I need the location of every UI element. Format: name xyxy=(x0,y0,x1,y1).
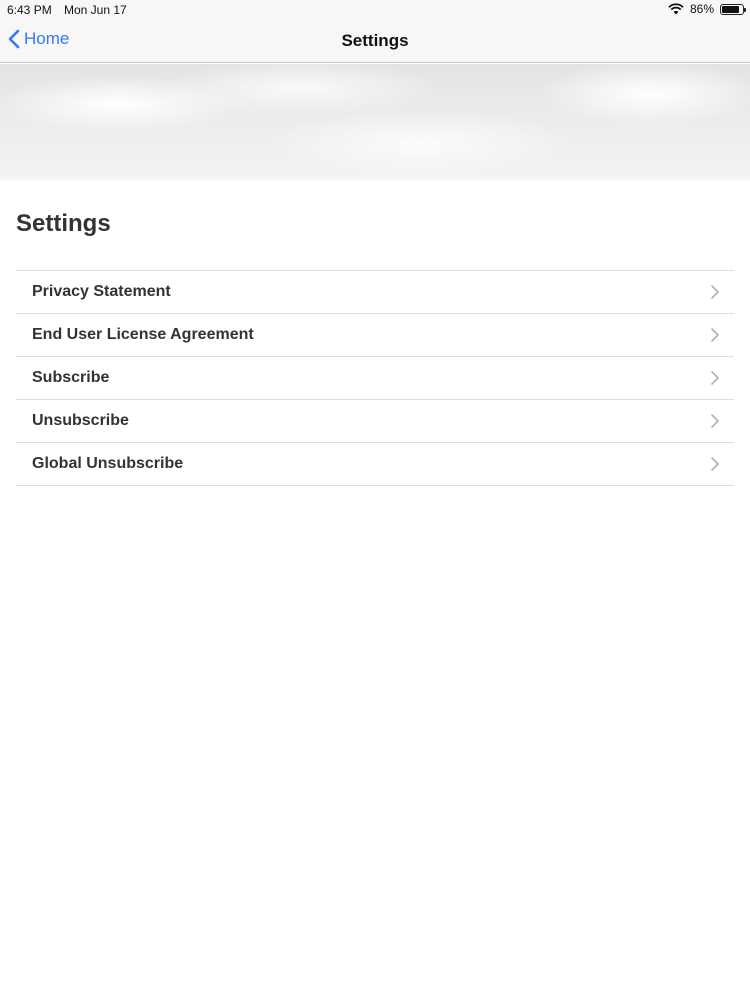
navigation-bar: Home Settings xyxy=(0,20,750,63)
settings-item-privacy-statement[interactable]: Privacy Statement xyxy=(16,271,734,314)
status-date: Mon Jun 17 xyxy=(64,3,127,17)
chevron-right-icon xyxy=(711,457,719,471)
chevron-right-icon xyxy=(711,328,719,342)
settings-item-label: Global Unsubscribe xyxy=(32,455,184,472)
battery-fill xyxy=(722,5,740,13)
chevron-right-icon xyxy=(711,371,719,385)
settings-item-label: Subscribe xyxy=(32,369,110,386)
nav-title: Settings xyxy=(341,31,409,50)
settings-item-subscribe[interactable]: Subscribe xyxy=(16,357,734,400)
settings-list: Privacy Statement End User License Agree… xyxy=(16,270,734,486)
settings-item-label: Privacy Statement xyxy=(32,283,171,300)
settings-item-unsubscribe[interactable]: Unsubscribe xyxy=(16,400,734,443)
chevron-right-icon xyxy=(711,414,719,428)
settings-item-label: End User License Agreement xyxy=(32,326,254,343)
page-title: Settings xyxy=(16,210,111,237)
status-time: 6:43 PM xyxy=(7,3,52,17)
chevron-right-icon xyxy=(711,285,719,299)
settings-item-eula[interactable]: End User License Agreement xyxy=(16,314,734,357)
settings-item-label: Unsubscribe xyxy=(32,412,129,429)
wifi-icon xyxy=(668,3,684,15)
battery-percent: 86% xyxy=(689,2,714,16)
battery-icon xyxy=(720,3,746,15)
header-banner-image xyxy=(0,64,750,182)
status-right: 86% xyxy=(668,2,746,16)
settings-item-global-unsubscribe[interactable]: Global Unsubscribe xyxy=(16,443,734,486)
status-bar: 6:43 PM Mon Jun 17 86% xyxy=(0,0,750,20)
